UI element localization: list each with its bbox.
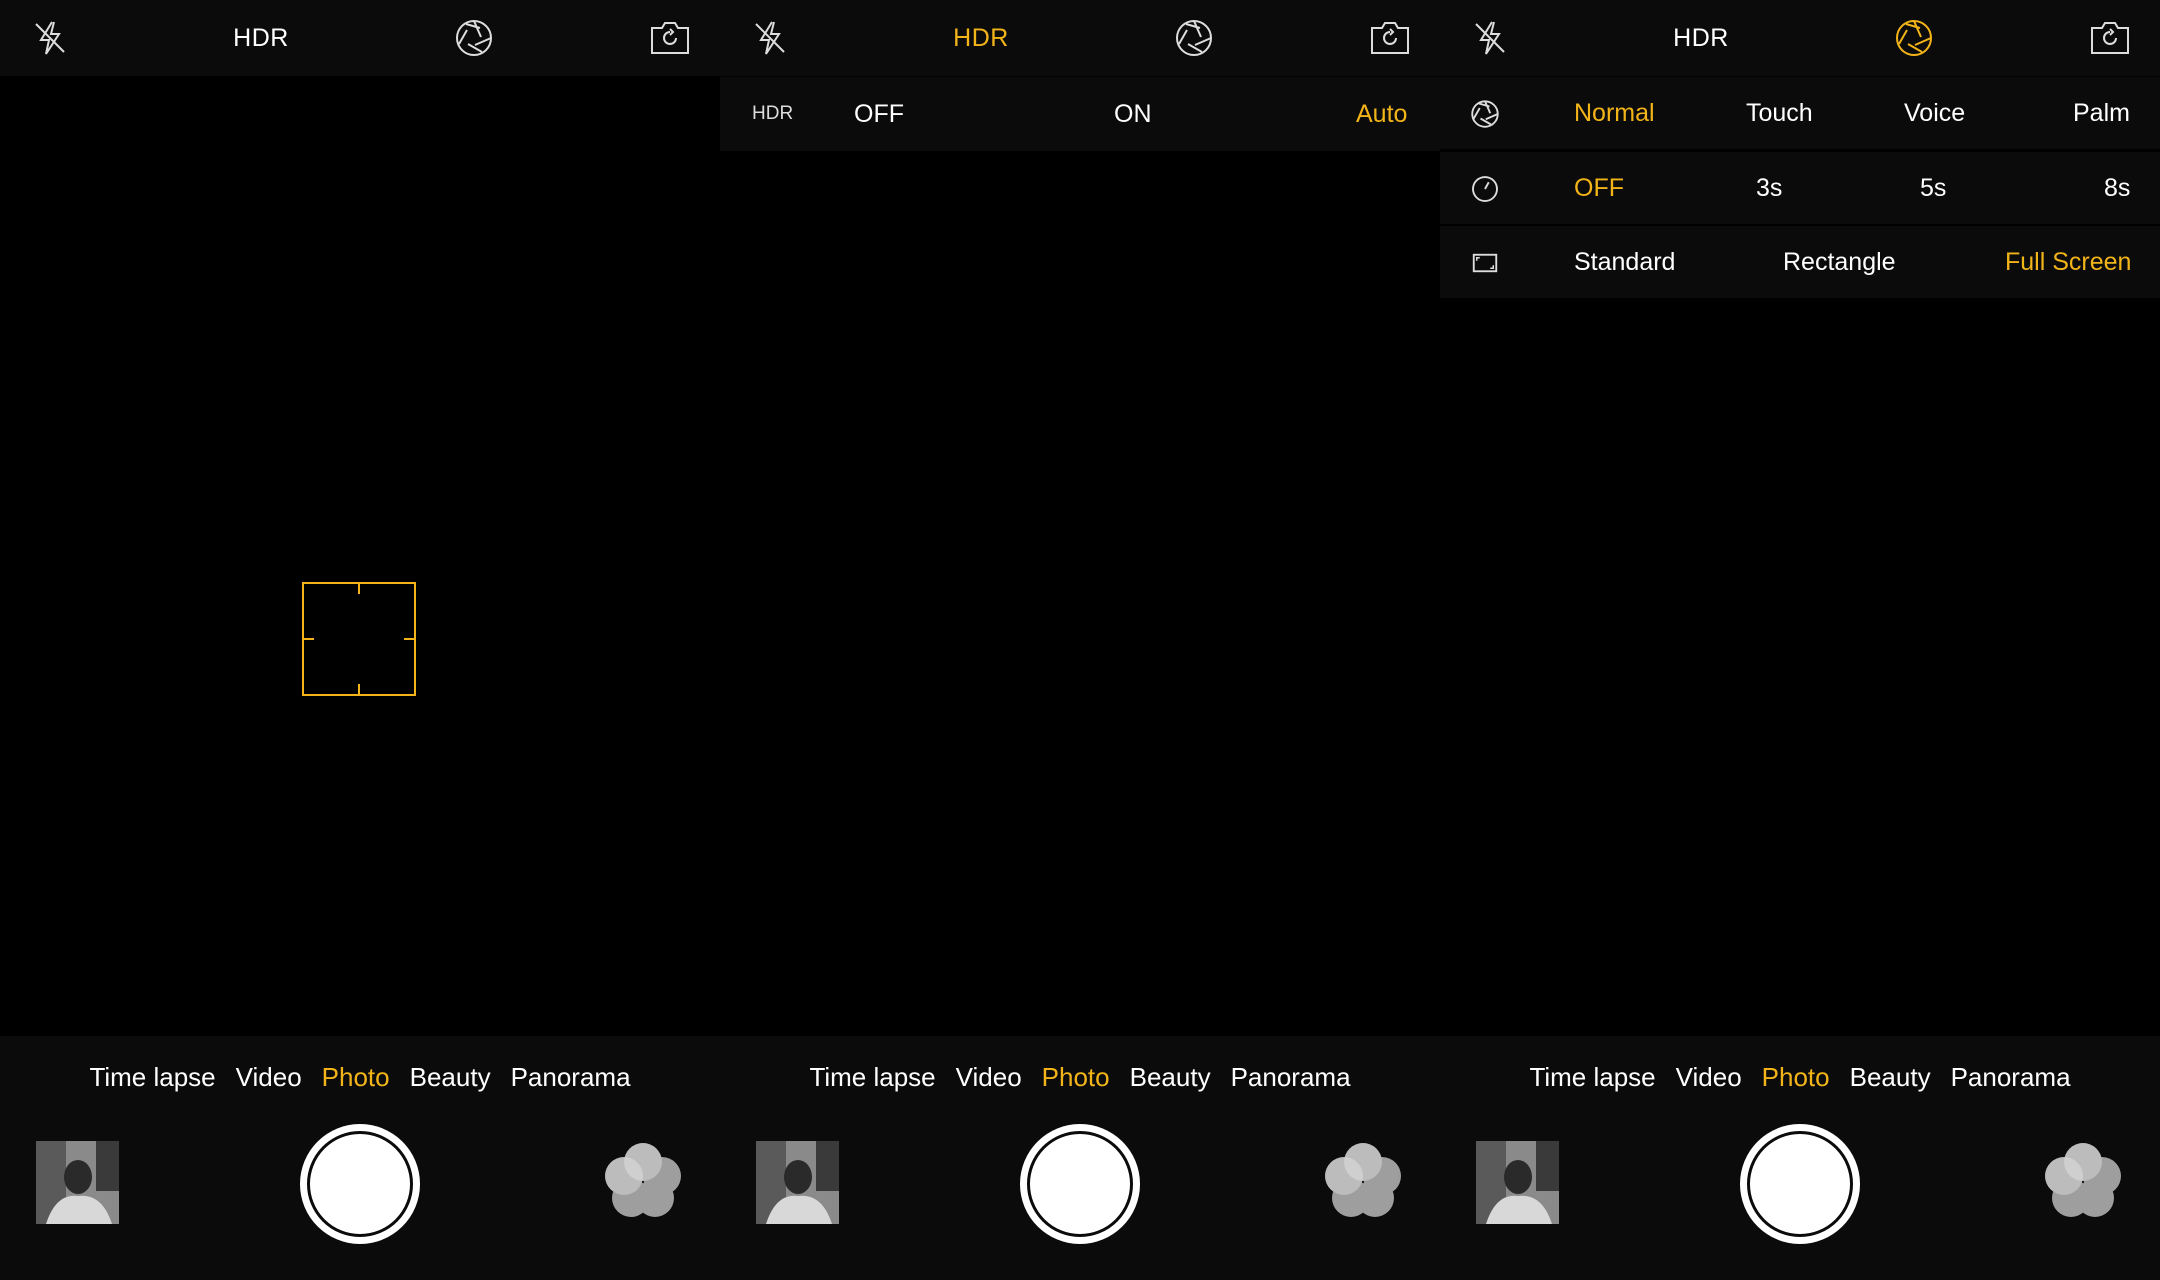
hdr-button[interactable]: HDR (210, 0, 312, 76)
timer-off[interactable]: OFF (1574, 152, 1624, 224)
mode-beauty[interactable]: Beauty (1850, 1062, 1931, 1102)
ratio-rectangle[interactable]: Rectangle (1783, 226, 1896, 298)
filters-button[interactable] (2038, 1136, 2128, 1226)
mode-video[interactable]: Video (1676, 1062, 1742, 1102)
hdr-option-on[interactable]: ON (1114, 77, 1152, 151)
camera-switch-icon (651, 22, 689, 54)
mode-photo[interactable]: Photo (1762, 1062, 1830, 1102)
settings-button[interactable] (1882, 0, 1946, 76)
mode-selector: Time lapse Video Photo Beauty Panorama (0, 1062, 720, 1102)
flash-off-icon (1475, 21, 1505, 55)
focus-tick (358, 584, 360, 594)
hdr-option-auto[interactable]: Auto (1356, 77, 1407, 151)
gallery-thumbnail[interactable] (756, 1141, 839, 1224)
mode-beauty[interactable]: Beauty (410, 1062, 491, 1102)
camera-screen-2: HDR HDR OFF ON Auto Time lapse Video Pho… (720, 0, 1440, 1280)
mode-panorama[interactable]: Panorama (511, 1062, 631, 1102)
ratio-full-screen[interactable]: Full Screen (2005, 226, 2131, 298)
flash-off-icon (35, 21, 65, 55)
aspect-ratio-icon (1472, 253, 1498, 273)
mode-selector: Time lapse Video Photo Beauty Panorama (1440, 1062, 2160, 1102)
shutter-ring (1027, 1131, 1133, 1237)
trigger-normal[interactable]: Normal (1574, 77, 1655, 149)
ratio-row: Standard Rectangle Full Screen (1440, 226, 2160, 298)
settings-button[interactable] (1162, 0, 1226, 76)
mode-video[interactable]: Video (236, 1062, 302, 1102)
filters-icon (1325, 1143, 1401, 1217)
mode-photo[interactable]: Photo (1042, 1062, 1110, 1102)
hdr-button[interactable]: HDR (930, 0, 1032, 76)
aperture-icon (1896, 20, 1932, 56)
switch-camera-button[interactable] (1358, 0, 1422, 76)
hdr-button[interactable]: HDR (1650, 0, 1752, 76)
shutter-button[interactable] (300, 1124, 420, 1244)
ratio-standard[interactable]: Standard (1574, 226, 1675, 298)
shutter-button[interactable] (1020, 1124, 1140, 1244)
filters-button[interactable] (598, 1136, 688, 1226)
switch-camera-button[interactable] (2078, 0, 2142, 76)
timer-8s[interactable]: 8s (2104, 152, 2130, 224)
focus-tick (304, 638, 314, 640)
timer-row: OFF 3s 5s 8s (1440, 152, 2160, 224)
aperture-icon (1176, 20, 1212, 56)
mode-time-lapse[interactable]: Time lapse (809, 1062, 935, 1102)
camera-screen-3: HDR Normal Touch Voice Palm OFF 3s 5s 8s… (1440, 0, 2160, 1280)
timer-5s[interactable]: 5s (1920, 152, 1946, 224)
aperture-icon (456, 20, 492, 56)
camera-switch-icon (1371, 22, 1409, 54)
camera-screen-1: HDR Time lapse Video Photo Beauty Panora… (0, 0, 720, 1280)
focus-box (302, 582, 416, 696)
filters-button[interactable] (1318, 1136, 1408, 1226)
mode-panorama[interactable]: Panorama (1231, 1062, 1351, 1102)
switch-camera-button[interactable] (638, 0, 702, 76)
flash-toggle[interactable] (1460, 0, 1520, 76)
filters-icon (605, 1143, 681, 1217)
hdr-option-off[interactable]: OFF (854, 77, 904, 151)
focus-tick (358, 684, 360, 694)
gallery-thumbnail[interactable] (1476, 1141, 1559, 1224)
bottom-controls: Time lapse Video Photo Beauty Panorama (720, 1036, 1440, 1280)
shutter-trigger-row: Normal Touch Voice Palm (1440, 77, 2160, 149)
settings-button[interactable] (442, 0, 506, 76)
filters-icon (2045, 1143, 2121, 1217)
top-toolbar: HDR (720, 0, 1440, 76)
mode-beauty[interactable]: Beauty (1130, 1062, 1211, 1102)
bottom-controls: Time lapse Video Photo Beauty Panorama (1440, 1036, 2160, 1280)
camera-switch-icon (2091, 22, 2129, 54)
shutter-ring (1747, 1131, 1853, 1237)
flash-off-icon (755, 21, 785, 55)
mode-photo[interactable]: Photo (322, 1062, 390, 1102)
timer-icon (1472, 176, 1498, 202)
hdr-menu-label: HDR (752, 103, 794, 124)
flash-toggle[interactable] (20, 0, 80, 76)
timer-3s[interactable]: 3s (1756, 152, 1782, 224)
trigger-touch[interactable]: Touch (1746, 77, 1813, 149)
mode-video[interactable]: Video (956, 1062, 1022, 1102)
trigger-palm[interactable]: Palm (2073, 77, 2130, 149)
hdr-menu: HDR OFF ON Auto (720, 77, 1440, 151)
top-toolbar: HDR (1440, 0, 2160, 76)
focus-tick (404, 638, 414, 640)
aperture-icon (1471, 100, 1499, 128)
bottom-controls: Time lapse Video Photo Beauty Panorama (0, 1036, 720, 1280)
gallery-thumbnail[interactable] (36, 1141, 119, 1224)
shutter-ring (307, 1131, 413, 1237)
mode-panorama[interactable]: Panorama (1951, 1062, 2071, 1102)
top-toolbar: HDR (0, 0, 720, 76)
mode-time-lapse[interactable]: Time lapse (1529, 1062, 1655, 1102)
mode-selector: Time lapse Video Photo Beauty Panorama (720, 1062, 1440, 1102)
trigger-voice[interactable]: Voice (1904, 77, 1965, 149)
mode-time-lapse[interactable]: Time lapse (89, 1062, 215, 1102)
shutter-button[interactable] (1740, 1124, 1860, 1244)
flash-toggle[interactable] (740, 0, 800, 76)
